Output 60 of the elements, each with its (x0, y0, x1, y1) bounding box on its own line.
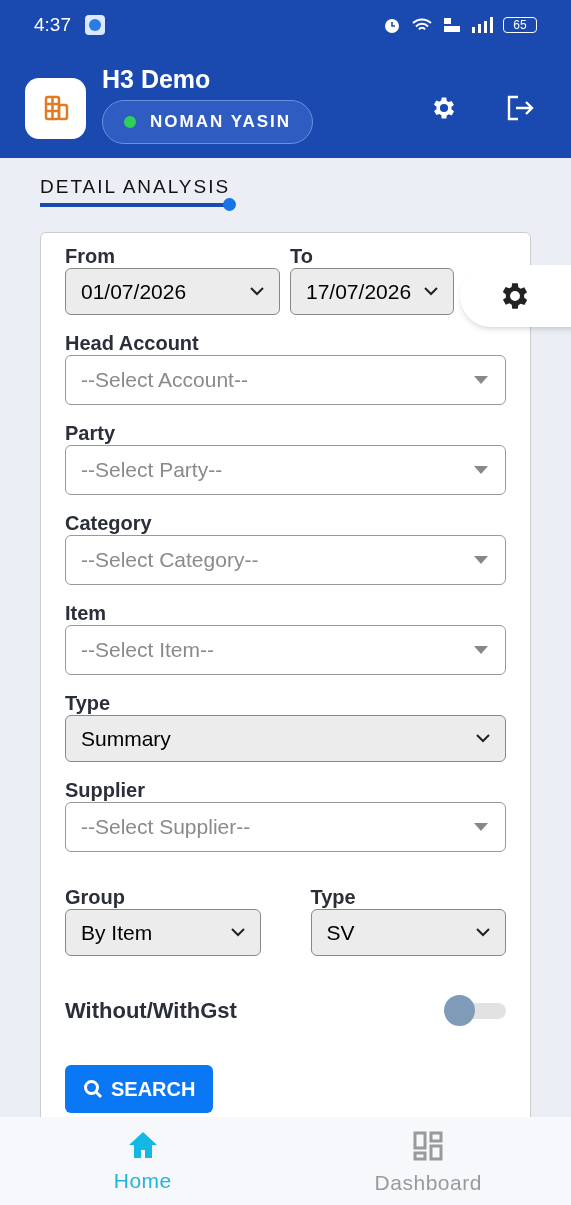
chevron-down-icon (424, 287, 438, 296)
battery-icon: 65 (503, 17, 537, 33)
field-label: Head Account (65, 331, 200, 356)
dropdown-placeholder: --Select Item-- (81, 637, 214, 664)
dashboard-icon (413, 1131, 444, 1161)
dropdown-field[interactable]: --Select Item-- (65, 625, 506, 675)
search-button[interactable]: SEARCH (65, 1065, 214, 1113)
chevron-down-icon (230, 928, 245, 937)
select-field[interactable]: 17/07/2026 (290, 268, 454, 315)
caret-down-icon (474, 556, 488, 564)
select-value: Summary (81, 725, 171, 752)
home-icon (127, 1131, 158, 1159)
caret-down-icon (474, 376, 488, 384)
alarm-icon (383, 16, 401, 34)
field-label: Supplier (65, 778, 146, 803)
field-label: To (290, 244, 314, 269)
toggle-label: Without/WithGst (65, 997, 237, 1025)
nav-tab[interactable]: Dashboard (285, 1117, 571, 1205)
field-label: Party (65, 421, 117, 446)
dropdown-placeholder: --Select Category-- (81, 547, 259, 574)
wifi-icon (411, 17, 433, 33)
select-field[interactable]: SV (310, 909, 506, 956)
floating-settings-button[interactable] (460, 265, 571, 327)
select-value: SV (326, 919, 355, 946)
status-time: 4:37 (34, 12, 71, 37)
select-value: 17/07/2026 (306, 278, 412, 305)
section-title: DETAIL ANALYSIS (40, 176, 232, 198)
field-label: Item (65, 601, 108, 626)
dropdown-field[interactable]: --Select Party-- (65, 445, 506, 495)
field-label: From (65, 244, 116, 269)
select-field[interactable]: By Item (65, 909, 261, 956)
signal-icon (471, 17, 493, 33)
select-value: 01/07/2026 (81, 278, 187, 305)
caret-down-icon (474, 646, 488, 654)
toggle-switch[interactable] (444, 995, 506, 1026)
app-notification-icon (85, 15, 105, 35)
field-label: Group (65, 885, 126, 910)
caret-down-icon (474, 823, 488, 831)
select-field[interactable]: Summary (65, 715, 506, 762)
dropdown-placeholder: --Select Party-- (81, 457, 223, 484)
dropdown-field[interactable]: --Select Supplier-- (65, 802, 506, 852)
logout-icon[interactable] (506, 95, 534, 121)
nav-tab[interactable]: Home (0, 1117, 286, 1205)
chevron-down-icon (250, 287, 264, 296)
field-label: Type (310, 885, 357, 910)
search-icon (83, 1079, 103, 1099)
field-label: Type (65, 691, 112, 716)
field-label: Category (65, 511, 153, 536)
app-title: H3 Demo (102, 64, 212, 94)
dropdown-field[interactable]: --Select Account-- (65, 355, 506, 405)
dropdown-placeholder: --Select Account-- (81, 367, 248, 394)
chevron-down-icon (476, 928, 490, 937)
select-field[interactable]: 01/07/2026 (65, 268, 280, 315)
select-value: By Item (81, 919, 153, 946)
dropdown-field[interactable]: --Select Category-- (65, 535, 506, 585)
caret-down-icon (474, 466, 488, 474)
dropdown-placeholder: --Select Supplier-- (81, 814, 251, 841)
chevron-down-icon (476, 734, 490, 743)
building-icon (42, 95, 69, 121)
user-name: NOMAN YASIN (150, 111, 292, 134)
